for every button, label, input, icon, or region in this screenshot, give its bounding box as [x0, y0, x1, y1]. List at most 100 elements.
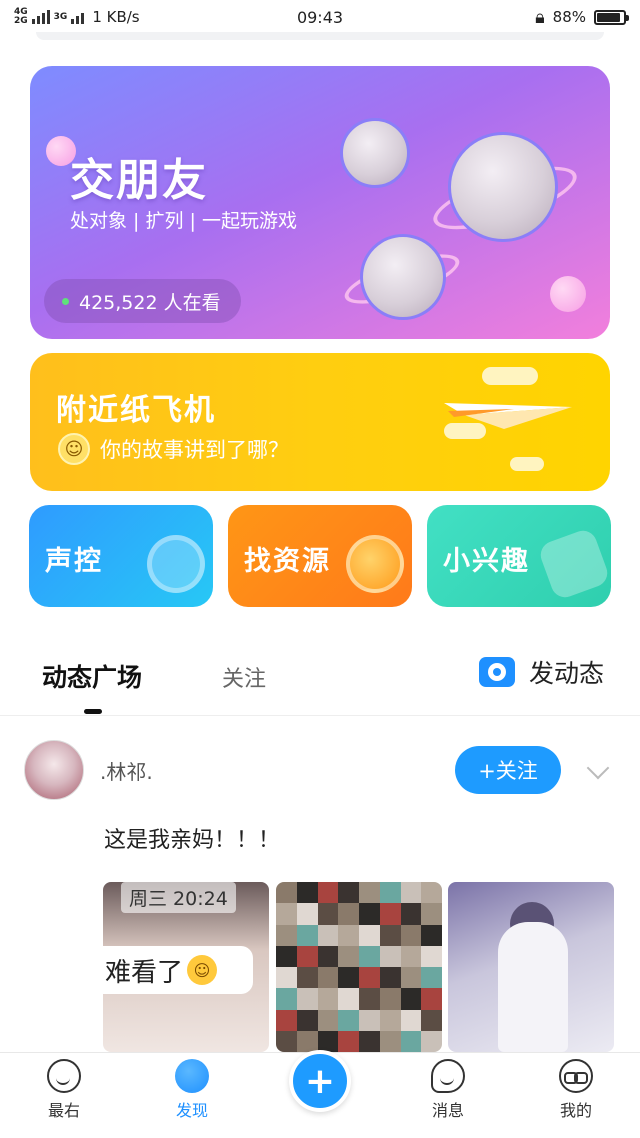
mosaic-cell — [338, 1030, 359, 1052]
status-bar: 4G 2G 3G 1 KB/s 09:43 🔒︎ 88% — [0, 0, 640, 34]
mosaic-cell — [400, 882, 422, 904]
mosaic-cell — [276, 945, 297, 967]
mosaic-cell — [421, 1009, 442, 1031]
active-tab-indicator — [84, 709, 102, 714]
small-interests-label: 小兴趣 — [443, 546, 530, 577]
mosaic-cell — [400, 967, 422, 989]
mosaic-cell — [379, 967, 401, 989]
mosaic-cell — [359, 945, 380, 967]
mosaic-cell — [400, 924, 422, 946]
paper-plane-subtitle-row: ☺ 你的故事讲到了哪？ — [58, 433, 289, 465]
planet-icon — [175, 1059, 209, 1093]
tab-feed-square[interactable]: 动态广场 — [42, 658, 142, 694]
post-text: 这是我亲妈！！！ — [104, 828, 281, 853]
network-type-right: 3G — [53, 11, 68, 22]
make-friends-title: 交朋友 — [70, 155, 208, 206]
chat-icon — [431, 1059, 465, 1093]
chevron-down-icon[interactable] — [586, 756, 610, 780]
network-indicator: 4G 2G 3G — [14, 8, 85, 26]
mosaic-cell — [296, 945, 318, 967]
mosaic-cell — [400, 903, 422, 925]
glasses-icon — [559, 1059, 593, 1093]
battery-icon — [594, 9, 629, 25]
tab-following[interactable]: 关注 — [222, 661, 266, 693]
mosaic-cell — [338, 967, 359, 989]
nav-label-zuiyou: 最右 — [47, 1101, 80, 1120]
mosaic-cell — [359, 967, 380, 989]
avatar-bubble-2 — [448, 132, 558, 242]
nearby-paper-plane-card[interactable]: 附近纸飞机 ☺ 你的故事讲到了哪？ — [30, 353, 610, 491]
mosaic-cell — [296, 903, 318, 925]
mosaic-cell — [421, 988, 442, 1010]
make-friends-subtitle: 处对象 | 扩列 | 一起玩游戏 — [70, 210, 297, 232]
network-type-bottom: 2G — [14, 16, 28, 26]
top-strip — [36, 32, 604, 40]
mosaic-cell — [276, 1030, 297, 1052]
nav-label-messages: 消息 — [431, 1101, 464, 1120]
nav-item-me[interactable]: 我的 — [536, 1059, 616, 1121]
signal-icon-2 — [71, 10, 85, 24]
signal-icon — [31, 10, 50, 24]
mosaic-cell — [317, 988, 339, 1010]
avatar-bubble-1 — [340, 118, 410, 188]
nav-item-zuiyou[interactable]: 最右 — [24, 1059, 104, 1121]
mosaic-cell — [338, 882, 359, 904]
find-resources-label: 找资源 — [244, 546, 331, 577]
small-interests-tile[interactable]: 小兴趣 — [427, 505, 611, 607]
camera-icon — [478, 657, 515, 687]
create-post-button[interactable]: 发动态 — [478, 654, 604, 690]
paper-plane-subtitle: 你的故事讲到了哪？ — [100, 438, 289, 462]
nav-item-messages[interactable]: 消息 — [408, 1059, 488, 1121]
mosaic-cell — [296, 882, 318, 904]
post-photo-1[interactable]: 周三 20:24 难看了 ☺ — [103, 882, 269, 1052]
feed-tabs: 动态广场 关注 发动态 — [0, 640, 640, 716]
voice-control-label: 声控 — [45, 546, 103, 577]
avatar-bubble-3 — [360, 234, 446, 320]
mosaic-cell — [317, 903, 339, 925]
mosaic-cell — [338, 1009, 359, 1031]
find-resources-tile[interactable]: 找资源 — [228, 505, 412, 607]
post-photo-2[interactable] — [276, 882, 442, 1052]
mosaic-cell — [338, 945, 359, 967]
nav-item-discover[interactable]: 发现 — [152, 1059, 232, 1121]
mosaic-cell — [317, 945, 339, 967]
mosaic-cell — [276, 1009, 297, 1031]
mosaic-cell — [421, 967, 442, 989]
follow-button[interactable]: +关注 — [455, 746, 561, 794]
create-post-label: 发动态 — [528, 659, 604, 688]
avatar[interactable] — [24, 740, 84, 800]
mosaic-cell — [338, 988, 359, 1010]
mosaic-cell — [317, 1009, 339, 1031]
magnifier-icon — [346, 535, 404, 593]
photo-caption: 难看了 ☺ — [103, 946, 253, 994]
network-types: 4G 2G — [14, 8, 28, 26]
planet-decoration-2 — [550, 276, 586, 312]
post-photo-3[interactable] — [448, 882, 614, 1052]
rotation-lock-icon: 🔒︎ — [535, 6, 545, 28]
mosaic-cell — [421, 903, 442, 925]
mosaic-cell — [400, 988, 422, 1010]
post-username[interactable]: .林祁. — [100, 756, 153, 785]
voice-control-tile[interactable]: 声控 — [29, 505, 213, 607]
battery-percent: 88% — [552, 8, 586, 26]
mosaic-cell — [359, 988, 380, 1010]
mosaic-cell — [276, 988, 297, 1010]
mosaic-cell — [359, 1030, 380, 1052]
photo-timestamp: 周三 20:24 — [121, 882, 236, 913]
mosaic-cell — [296, 988, 318, 1010]
mosaic-cell — [296, 967, 318, 989]
mosaic-cell — [317, 967, 339, 989]
smile-emoji-icon: ☺ — [58, 433, 90, 465]
mosaic-cell — [379, 903, 401, 925]
mosaic-cell — [317, 1030, 339, 1052]
make-friends-card[interactable]: 交朋友 处对象 | 扩列 | 一起玩游戏 425,522 人在看 — [30, 66, 610, 339]
mosaic-cell — [421, 882, 442, 904]
compose-fab-button[interactable]: + — [289, 1050, 351, 1112]
live-viewers-count: 425,522 人在看 — [79, 291, 221, 314]
network-speed: 1 KB/s — [92, 8, 140, 26]
microphone-icon — [147, 535, 205, 593]
mosaic-cell — [296, 1030, 318, 1052]
mosaic-cell — [317, 924, 339, 946]
nav-label-me: 我的 — [559, 1101, 592, 1120]
mosaic-cell — [338, 903, 359, 925]
